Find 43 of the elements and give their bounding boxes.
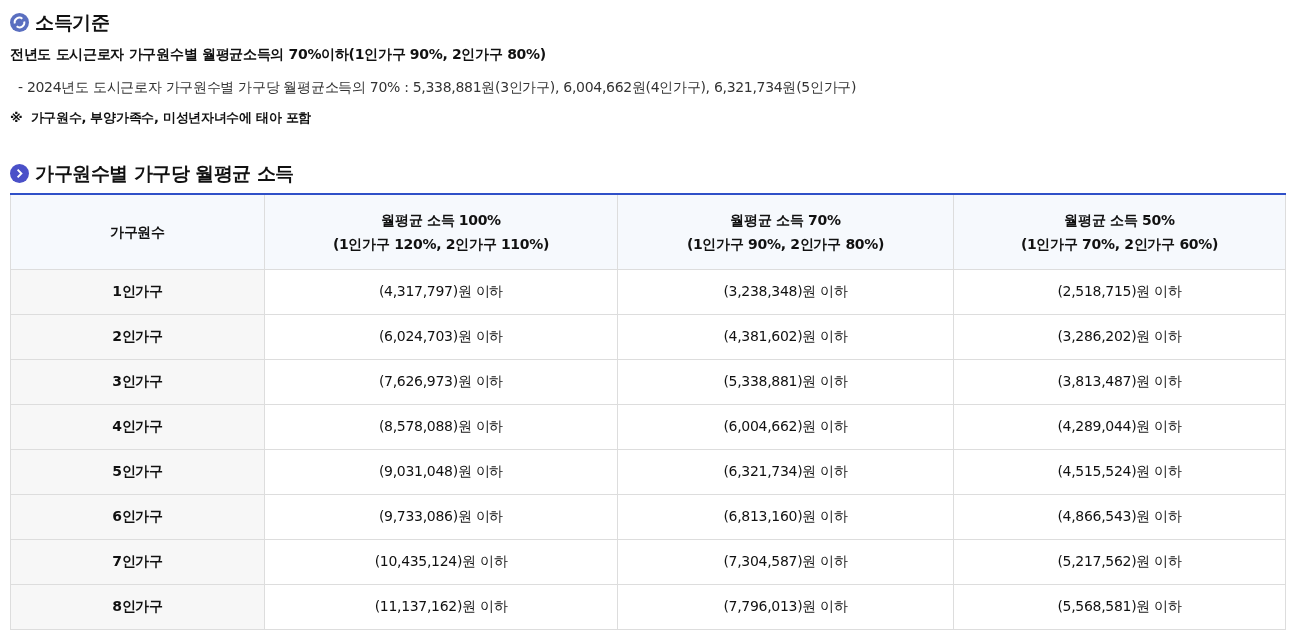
criteria-text: 전년도 도시근로자 가구원수별 월평균소득의 70%이하(1인가구 90%, 2인가구 80%) xyxy=(10,45,547,64)
row-header: 8인가구 xyxy=(10,584,265,629)
row-header: 1인가구 xyxy=(10,269,265,314)
table-cell: (7,304,587)원 이하 xyxy=(617,539,954,584)
row-header: 4인가구 xyxy=(10,404,265,449)
column-header: 월평균 소득 50% (1인가구 70%, 2인가구 60%) xyxy=(953,194,1286,269)
table-cell: (4,866,543)원 이하 xyxy=(953,494,1286,539)
table-cell: (4,381,602)원 이하 xyxy=(617,314,954,359)
table-cell: (3,813,487)원 이하 xyxy=(953,359,1286,404)
table-cell: (7,626,973)원 이하 xyxy=(264,359,618,404)
section-title: 소득기준 xyxy=(35,9,109,35)
row-header: 5인가구 xyxy=(10,449,265,494)
row-header: 6인가구 xyxy=(10,494,265,539)
column-header: 월평균 소득 100% (1인가구 120%, 2인가구 110%) xyxy=(264,194,618,269)
table-cell: (5,217,562)원 이하 xyxy=(953,539,1286,584)
column-header: 월평균 소득 70% (1인가구 90%, 2인가구 80%) xyxy=(617,194,954,269)
detail-text: - 2024년도 도시근로자 가구원수별 가구당 월평균소득의 70% : 5,338,881원(3인가구), 6,004,662원(4인가구), 6,321,734원(5인가구) xyxy=(18,78,858,97)
row-header: 3인가구 xyxy=(10,359,265,404)
table-cell: (3,238,348)원 이하 xyxy=(617,269,954,314)
table-cell: (6,321,734)원 이하 xyxy=(617,449,954,494)
table-cell: (6,004,662)원 이하 xyxy=(617,404,954,449)
table-cell: (9,031,048)원 이하 xyxy=(264,449,618,494)
table-cell: (2,518,715)원 이하 xyxy=(953,269,1286,314)
table-cell: (6,813,160)원 이하 xyxy=(617,494,954,539)
column-header: 가구원수 xyxy=(10,194,265,269)
table-cell: (4,317,797)원 이하 xyxy=(264,269,618,314)
chevron-right-icon xyxy=(10,163,29,183)
refresh-icon xyxy=(10,12,29,32)
table-cell: (6,024,703)원 이하 xyxy=(264,314,618,359)
table-cell: (10,435,124)원 이하 xyxy=(264,539,618,584)
table-cell: (3,286,202)원 이하 xyxy=(953,314,1286,359)
note-text: ※ 가구원수, 부양가족수, 미성년자녀수에 태아 포함 xyxy=(10,109,312,127)
section-title: 가구원수별 가구당 월평균 소득 xyxy=(35,160,294,186)
table-cell: (4,515,524)원 이하 xyxy=(953,449,1286,494)
table-cell: (9,733,086)원 이하 xyxy=(264,494,618,539)
table-cell: (7,796,013)원 이하 xyxy=(617,584,954,629)
table-cell: (4,289,044)원 이하 xyxy=(953,404,1286,449)
table-cell: (5,568,581)원 이하 xyxy=(953,584,1286,629)
row-header: 2인가구 xyxy=(10,314,265,359)
table-cell: (11,137,162)원 이하 xyxy=(264,584,618,629)
row-header: 7인가구 xyxy=(10,539,265,584)
table-cell: (5,338,881)원 이하 xyxy=(617,359,954,404)
table-cell: (8,578,088)원 이하 xyxy=(264,404,618,449)
